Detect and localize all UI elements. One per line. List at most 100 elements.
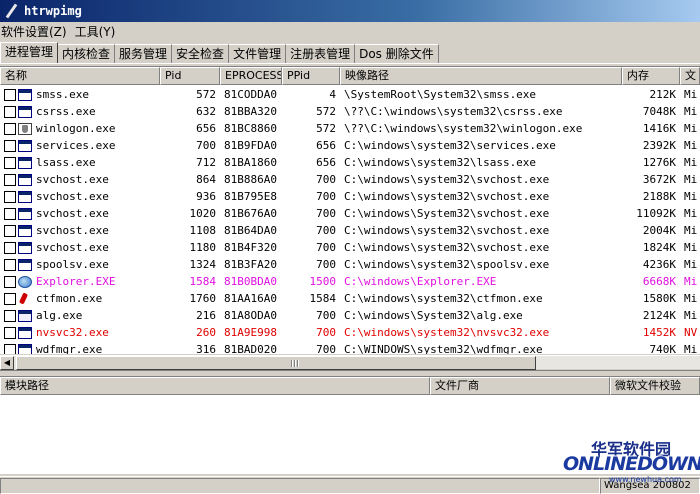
column-header-image-path[interactable]: 映像路径	[340, 67, 622, 85]
process-checkbox[interactable]	[4, 190, 16, 203]
process-file-info: Mi	[684, 258, 698, 271]
process-checkbox[interactable]	[4, 326, 16, 339]
process-image-path: \??\C:\windows\system32\winlogon.exe	[344, 122, 583, 135]
process-checkbox[interactable]	[4, 139, 16, 152]
process-eprocess: 81B64DA0	[224, 224, 277, 237]
table-row[interactable]: smss.exe 572 81CODDA0 4 \SystemRoot\System32…	[0, 86, 700, 103]
process-list[interactable]: 名称 Pid EPROCESS PPid 映像路径 内存 文 smss.exe 5…	[0, 66, 700, 354]
table-row[interactable]: svchost.exe 864 81B886A0 700 C:\windows\syst…	[0, 171, 700, 188]
process-name: svchost.exe	[36, 207, 109, 220]
table-row[interactable]: svchost.exe 1180 81B4F320 700 C:\windows\sys…	[0, 239, 700, 256]
process-memory: 6668K	[642, 275, 676, 288]
process-image-path: \??\C:\windows\system32\csrss.exe	[344, 105, 563, 118]
menu-settings[interactable]: 软件设置(Z)	[0, 23, 74, 41]
tab-dos-delete-file[interactable]: Dos 删除文件	[355, 44, 439, 63]
process-checkbox[interactable]	[4, 309, 16, 322]
table-row[interactable]: ctfmon.exe 1760 81AA16A0 1584 C:\windows\sys…	[0, 290, 700, 307]
column-header-name[interactable]: 名称	[0, 67, 160, 85]
column-header-pid[interactable]: Pid	[160, 67, 220, 85]
column-header-module-path[interactable]: 模块路径	[0, 377, 430, 395]
module-list-header: 模块路径 文件厂商 微软文件校验	[0, 377, 700, 395]
process-ppid: 1584	[309, 292, 337, 305]
table-row[interactable]: wdfmgr.exe 316 81BAD020 700 C:\WINDOWS\syste…	[0, 341, 700, 354]
process-pid: 1324	[189, 258, 217, 271]
column-header-eprocess[interactable]: EPROCESS	[220, 67, 282, 85]
process-eprocess: 81B886A0	[224, 173, 277, 186]
process-name-cell: ctfmon.exe	[0, 290, 160, 307]
process-name-cell: services.exe	[0, 137, 160, 154]
process-name-cell: svchost.exe	[0, 205, 160, 222]
horizontal-scrollbar[interactable]: ◀	[0, 355, 700, 370]
tab-file-management[interactable]: 文件管理	[229, 44, 287, 63]
scrollbar-thumb[interactable]	[16, 356, 536, 370]
column-header-file[interactable]: 文	[680, 67, 700, 85]
table-row[interactable]: spoolsv.exe 1324 81B3FA20 700 C:\windows\sys…	[0, 256, 700, 273]
column-header-file-vendor[interactable]: 文件厂商	[430, 377, 610, 395]
process-name-cell: lsass.exe	[0, 154, 160, 171]
process-eprocess: 81B795E8	[224, 190, 277, 203]
table-row[interactable]: alg.exe 216 81A8ODA0 700 C:\windows\System32…	[0, 307, 700, 324]
process-ppid: 700	[316, 207, 336, 220]
process-pid: 712	[196, 156, 216, 169]
table-row[interactable]: svchost.exe 1020 81B676A0 700 C:\windows\Sys…	[0, 205, 700, 222]
table-row[interactable]: lsass.exe 712 81BA1860 656 C:\windows\system…	[0, 154, 700, 171]
process-checkbox[interactable]	[4, 275, 16, 288]
tab-service-management[interactable]: 服务管理	[115, 44, 173, 63]
tab-kernel-check[interactable]: 内核检查	[58, 44, 116, 63]
title-bar: htrwpimg	[0, 0, 700, 22]
window-icon	[18, 207, 32, 220]
column-header-ppid[interactable]: PPid	[282, 67, 340, 85]
process-checkbox[interactable]	[4, 122, 16, 135]
process-ppid: 700	[316, 224, 336, 237]
tab-registry-management[interactable]: 注册表管理	[286, 44, 356, 63]
process-file-info: Mi	[684, 207, 698, 220]
process-checkbox[interactable]	[4, 258, 16, 271]
process-eprocess: 81B3FA20	[224, 258, 277, 271]
process-name: spoolsv.exe	[36, 258, 109, 271]
table-row[interactable]: nvsvc32.exe 260 81A9E998 700 C:\windows\syst…	[0, 324, 700, 341]
process-memory: 212K	[649, 88, 677, 101]
process-checkbox[interactable]	[4, 224, 16, 237]
shield-icon	[18, 122, 32, 135]
process-memory: 1276K	[642, 156, 676, 169]
window-icon	[18, 258, 32, 271]
process-checkbox[interactable]	[4, 292, 16, 305]
process-checkbox[interactable]	[4, 173, 16, 186]
process-memory: 1416K	[642, 122, 676, 135]
window-icon	[18, 173, 32, 186]
process-name-cell: wdfmgr.exe	[0, 341, 160, 354]
process-image-path: \SystemRoot\System32\smss.exe	[344, 88, 537, 101]
process-checkbox[interactable]	[4, 343, 16, 354]
window-icon	[18, 105, 32, 118]
process-name-cell: nvsvc32.exe	[0, 324, 160, 341]
onlinedown-watermark-logo: 华军软件园 ONLINEDOWN www.newhua.com	[563, 436, 700, 486]
process-eprocess: 81A9E998	[224, 326, 277, 339]
process-image-path: C:\windows\system32\svchost.exe	[344, 190, 550, 203]
table-row[interactable]: svchost.exe 936 81B795E8 700 C:\windows\syst…	[0, 188, 700, 205]
process-ppid: 700	[316, 343, 336, 354]
scroll-left-arrow-icon[interactable]: ◀	[0, 356, 14, 370]
column-header-ms-signature[interactable]: 微软文件校验	[610, 377, 700, 395]
process-checkbox[interactable]	[4, 105, 16, 118]
process-name: Explorer.EXE	[36, 275, 116, 288]
process-checkbox[interactable]	[4, 156, 16, 169]
menu-tools[interactable]: 工具(Y)	[74, 23, 123, 41]
process-name-cell: alg.exe	[0, 307, 160, 324]
window-icon	[18, 139, 32, 152]
process-checkbox[interactable]	[4, 241, 16, 254]
table-row[interactable]: svchost.exe 1108 81B64DA0 700 C:\windows\sys…	[0, 222, 700, 239]
tab-process-management[interactable]: 进程管理	[0, 42, 59, 63]
window-icon	[18, 190, 32, 203]
process-checkbox[interactable]	[4, 207, 16, 220]
table-row[interactable]: winlogon.exe 656 81BC8860 572 \??\C:\windows…	[0, 120, 700, 137]
process-file-info: NV	[684, 326, 698, 339]
table-row[interactable]: services.exe 700 81B9FDA0 656 C:\windows\sys…	[0, 137, 700, 154]
process-checkbox[interactable]	[4, 88, 16, 101]
table-row[interactable]: csrss.exe 632 81BBA320 572 \??\C:\windows\sy…	[0, 103, 700, 120]
table-row[interactable]: Explorer.EXE 1584 81B0BDA0 1500 C:\windows\E…	[0, 273, 700, 290]
process-file-info: Mi	[684, 139, 698, 152]
column-header-memory[interactable]: 内存	[622, 67, 680, 85]
process-name-cell: csrss.exe	[0, 103, 160, 120]
pane-splitter[interactable]	[0, 370, 700, 375]
tab-security-check[interactable]: 安全检查	[172, 44, 230, 63]
